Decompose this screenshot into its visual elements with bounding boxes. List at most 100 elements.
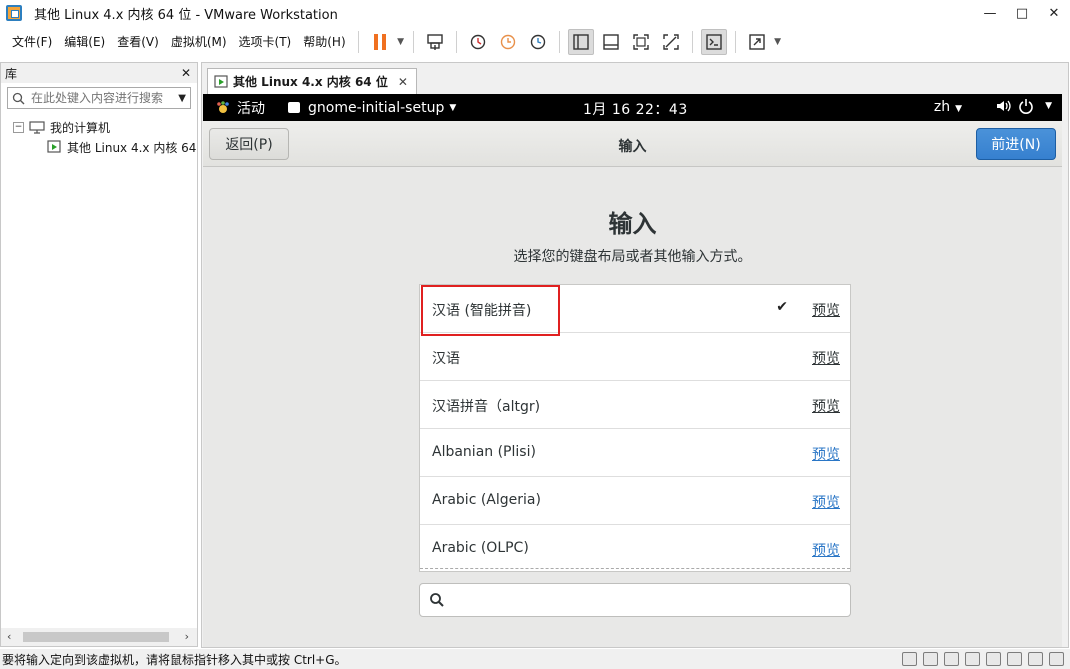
- input-row[interactable]: 汉语拼音（altgr) 预览: [420, 381, 850, 429]
- input-row[interactable]: Arabic (Algeria) 预览: [420, 477, 850, 525]
- cd-drive-icon[interactable]: [923, 652, 938, 666]
- search-icon: [430, 593, 444, 607]
- menu-vm[interactable]: 虚拟机(M): [165, 30, 233, 54]
- status-bar: 要将输入定向到该虚拟机，请将鼠标指针移入其中或按 Ctrl+G。: [0, 649, 1070, 669]
- input-search-box[interactable]: [419, 583, 851, 617]
- device-status-icons: [902, 652, 1064, 666]
- thumbnail-bar-icon: [602, 34, 619, 50]
- tree-item-my-computer[interactable]: − 我的计算机: [13, 117, 197, 137]
- floppy-icon[interactable]: [944, 652, 959, 666]
- input-name: Arabic (Algeria): [432, 492, 541, 508]
- tree-item-vm[interactable]: 其他 Linux 4.x 内核 64: [13, 137, 197, 157]
- network-adapter-icon[interactable]: [965, 652, 980, 666]
- input-row[interactable]: Arabic (OLPC) 预览: [420, 525, 850, 571]
- app-window-icon: [288, 102, 300, 113]
- input-search-field[interactable]: [450, 590, 830, 610]
- close-button[interactable]: ✕: [1038, 0, 1070, 26]
- pause-button[interactable]: [367, 29, 393, 55]
- gnome-foot-icon: [217, 100, 229, 113]
- header-title: 输入: [618, 139, 647, 155]
- menu-help[interactable]: 帮助(H): [297, 30, 351, 54]
- chevron-down-icon: ▼: [955, 104, 962, 114]
- toolbar-separator: [357, 31, 359, 53]
- unity-button[interactable]: [658, 29, 684, 55]
- maximize-button[interactable]: □: [1006, 0, 1038, 26]
- input-language-menu[interactable]: zh ▼: [934, 99, 962, 115]
- activities-button[interactable]: 活动: [215, 98, 265, 118]
- scrollbar-thumb[interactable]: [23, 632, 169, 642]
- preview-link[interactable]: 预览: [812, 396, 840, 416]
- activities-label: 活动: [237, 100, 265, 117]
- snapshot-button[interactable]: [465, 29, 491, 55]
- vm-tab-close-icon[interactable]: ✕: [398, 75, 408, 89]
- input-source-list: 汉语 (智能拼音) ✔ 预览 汉语 预览 汉语拼音（altgr) 预览 Alba…: [419, 284, 851, 572]
- preview-link[interactable]: 预览: [812, 540, 840, 560]
- menu-edit[interactable]: 编辑(E): [58, 30, 111, 54]
- library-title: 库: [5, 66, 18, 81]
- menu-view[interactable]: 查看(V): [111, 30, 165, 54]
- toolbar-separator: [691, 31, 693, 53]
- hard-disk-icon[interactable]: [902, 652, 917, 666]
- minimize-button[interactable]: —: [974, 0, 1006, 26]
- input-row[interactable]: 汉语 预览: [420, 333, 850, 381]
- fullscreen-button[interactable]: [628, 29, 654, 55]
- toolbar-separator: [734, 31, 736, 53]
- usb-controller-icon[interactable]: [986, 652, 1001, 666]
- library-view-icon: [572, 34, 589, 50]
- scroll-right-icon[interactable]: ›: [185, 630, 189, 643]
- preview-link[interactable]: 预览: [812, 492, 840, 512]
- library-horizontal-scrollbar[interactable]: ‹ ›: [1, 628, 197, 646]
- send-ctrl-alt-del-button[interactable]: [422, 29, 448, 55]
- menu-file[interactable]: 文件(F): [6, 30, 58, 54]
- pause-icon: [373, 34, 386, 50]
- input-name: Arabic (OLPC): [432, 540, 529, 556]
- scroll-left-icon[interactable]: ‹: [7, 630, 11, 643]
- preview-link[interactable]: 预览: [812, 444, 840, 464]
- preview-link[interactable]: 预览: [812, 348, 840, 368]
- page-subheading: 选择您的键盘布局或者其他输入方式。: [513, 249, 752, 265]
- input-row[interactable]: Albanian (Plisi) 预览: [420, 429, 850, 477]
- snapshot-manager-button[interactable]: [525, 29, 551, 55]
- menu-tabs[interactable]: 选项卡(T): [233, 30, 298, 54]
- app-menu-label: gnome-initial-setup: [308, 99, 445, 116]
- input-name: 汉语: [432, 351, 460, 367]
- clock[interactable]: 1月 16 22：43: [583, 99, 688, 119]
- search-icon: [12, 92, 25, 104]
- thumbnail-bar-button[interactable]: [598, 29, 624, 55]
- snapshot-manager-icon: [530, 34, 545, 50]
- gnome-top-bar: 活动 gnome-initial-setup ▼ 1月 16 22：43 zh ▼…: [203, 94, 1062, 121]
- printer-icon[interactable]: [1028, 652, 1043, 666]
- system-menu[interactable]: ▼: [996, 98, 1052, 114]
- page-heading: 输入: [608, 210, 657, 238]
- library-tree: − 我的计算机 其他 Linux 4.x 内核 64: [1, 113, 197, 157]
- collapse-icon[interactable]: −: [13, 121, 24, 133]
- status-message: 要将输入定向到该虚拟机，请将鼠标指针移入其中或按 Ctrl+G。: [2, 652, 347, 667]
- vm-tab[interactable]: 其他 Linux 4.x 内核 64 位 ✕: [207, 68, 417, 94]
- library-search-input[interactable]: [31, 91, 171, 105]
- guest-screen[interactable]: 活动 gnome-initial-setup ▼ 1月 16 22：43 zh ▼…: [203, 94, 1062, 647]
- vmware-app-icon: [6, 5, 22, 21]
- sound-card-icon[interactable]: [1007, 652, 1022, 666]
- app-menu[interactable]: gnome-initial-setup ▼: [287, 100, 456, 116]
- search-dropdown-icon[interactable]: ▼: [178, 93, 186, 104]
- library-close-icon[interactable]: ✕: [181, 66, 191, 80]
- window-title: 其他 Linux 4.x 内核 64 位 - VMware Workstatio…: [34, 7, 338, 23]
- next-button[interactable]: 前进(N): [976, 128, 1056, 160]
- unity-icon: [662, 34, 679, 50]
- input-row[interactable]: 汉语 (智能拼音) ✔ 预览: [420, 285, 850, 336]
- library-header: 库 ✕: [1, 63, 197, 83]
- toolbar-separator: [558, 31, 560, 53]
- chevron-down-icon: ▼: [449, 102, 457, 113]
- preview-link[interactable]: 预览: [812, 300, 840, 320]
- chevron-down-icon: ▼: [1045, 101, 1052, 111]
- display-icon[interactable]: [1049, 652, 1064, 666]
- stretch-dropdown-icon[interactable]: ▼: [772, 37, 784, 47]
- pause-dropdown-icon[interactable]: ▼: [395, 37, 407, 47]
- console-view-button[interactable]: [700, 29, 727, 55]
- stretch-guest-button[interactable]: [744, 29, 770, 55]
- revert-snapshot-button[interactable]: [495, 29, 521, 55]
- revert-snapshot-icon: [500, 34, 515, 50]
- computer-icon: [29, 120, 45, 134]
- show-library-button[interactable]: [567, 29, 594, 55]
- menu-toolbar: 文件(F) 编辑(E) 查看(V) 虚拟机(M) 选项卡(T) 帮助(H) ▼ …: [0, 26, 1070, 58]
